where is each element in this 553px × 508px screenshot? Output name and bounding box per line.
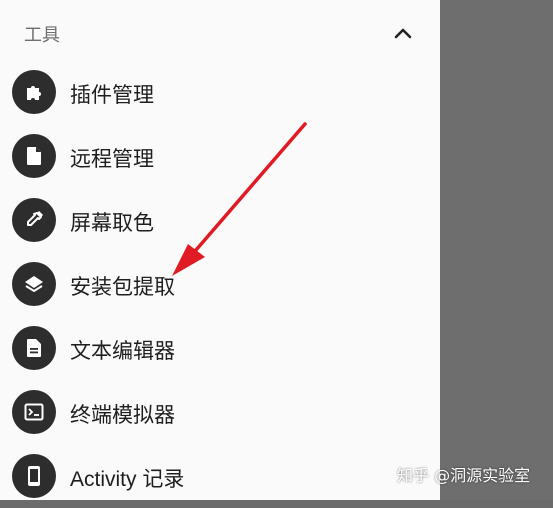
tools-drawer: 工具 插件管理 远程管理 屏幕取色 安装包提取 文本编辑器 终端模拟器 Acti… [0, 0, 440, 500]
file-icon [12, 134, 56, 178]
menu-item-activity-log[interactable]: Activity 记录 [0, 448, 440, 508]
puzzle-icon [12, 70, 56, 114]
document-icon [12, 326, 56, 370]
terminal-icon [12, 390, 56, 434]
background-scrim[interactable] [440, 0, 553, 500]
menu-item-remote-management[interactable]: 远程管理 [0, 128, 440, 188]
tools-section-header[interactable]: 工具 [0, 0, 440, 64]
menu-item-label: 屏幕取色 [70, 211, 154, 235]
section-title: 工具 [24, 25, 60, 46]
eyedropper-icon [12, 198, 56, 242]
menu-item-screen-color-picker[interactable]: 屏幕取色 [0, 192, 440, 252]
menu-item-plugin-management[interactable]: 插件管理 [0, 64, 440, 124]
menu-item-label: 插件管理 [70, 83, 154, 107]
menu-item-label: 安装包提取 [70, 275, 175, 299]
menu-item-label: 终端模拟器 [70, 403, 175, 427]
menu-item-label: 文本编辑器 [70, 339, 175, 363]
collapse-button[interactable] [388, 18, 418, 48]
watermark: 知乎 @洞源实验室 [397, 466, 531, 485]
menu-item-text-editor[interactable]: 文本编辑器 [0, 320, 440, 380]
menu-item-label: 远程管理 [70, 147, 154, 171]
menu-item-terminal-emulator[interactable]: 终端模拟器 [0, 384, 440, 444]
layers-icon [12, 262, 56, 306]
menu-item-label: Activity 记录 [70, 468, 185, 491]
menu-item-apk-extract[interactable]: 安装包提取 [0, 256, 440, 316]
chevron-up-icon [394, 28, 412, 39]
phone-icon [12, 454, 56, 498]
